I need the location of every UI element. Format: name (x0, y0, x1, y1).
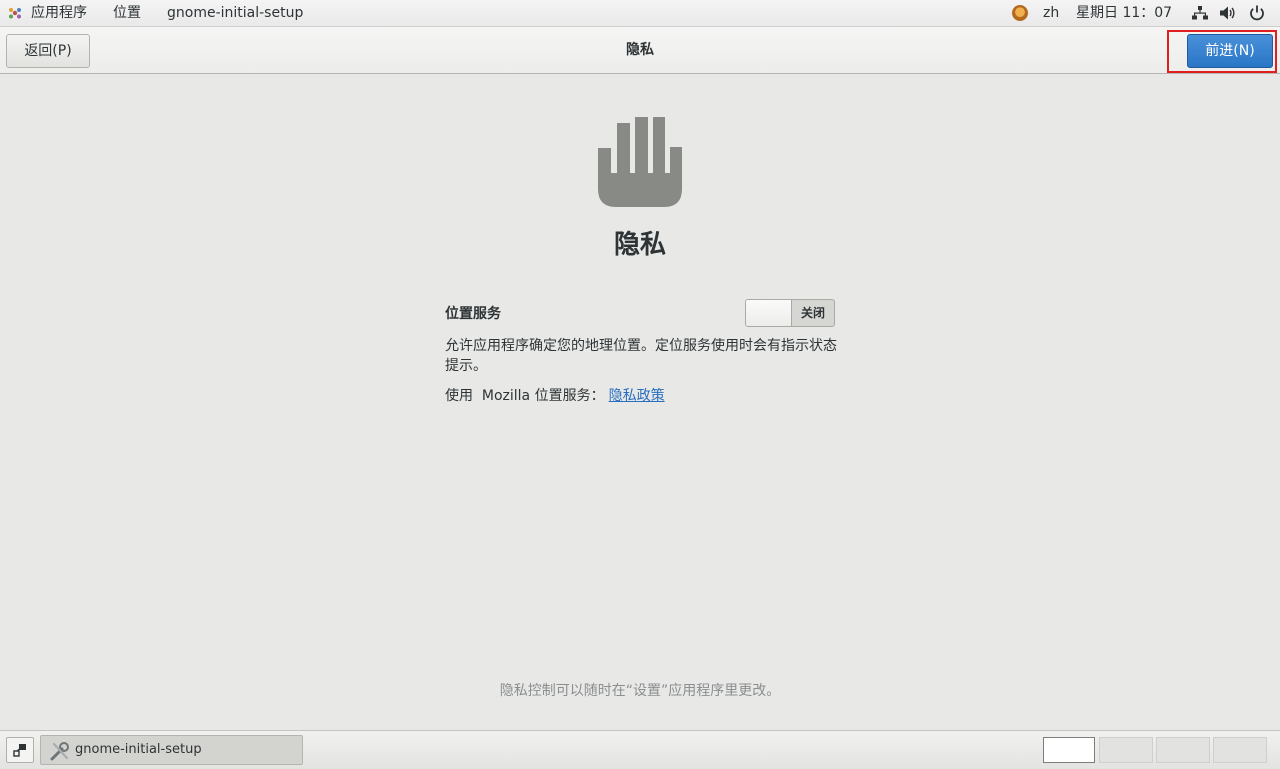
settings-tools-icon (50, 742, 69, 761)
active-app-name[interactable]: gnome-initial-setup (167, 0, 303, 26)
switch-slider[interactable] (746, 300, 792, 326)
volume-icon[interactable] (1219, 5, 1237, 21)
privacy-policy-link[interactable]: 隐私政策 (609, 388, 665, 404)
applications-icon[interactable] (8, 6, 22, 20)
power-icon[interactable] (1249, 5, 1265, 21)
switch-state-label: 关闭 (800, 306, 825, 320)
input-language-indicator[interactable]: zh (1043, 0, 1059, 26)
network-icon[interactable] (1192, 6, 1208, 20)
header-title: 隐私 (626, 42, 654, 58)
top-panel: 应用程序 位置 gnome-initial-setup zh 星期日 11：07 (0, 0, 1280, 27)
taskbar-window-item[interactable]: gnome-initial-setup (40, 735, 303, 765)
location-services-label: 位置服务 (445, 306, 501, 322)
back-button[interactable]: 返回(P) (6, 34, 90, 68)
header-bar: 返回(P) 隐私 前进(N) (0, 27, 1280, 74)
footer-note: 隐私控制可以随时在“设置”应用程序里更改。 (499, 683, 781, 699)
hand-stop-icon (598, 117, 682, 207)
show-desktop-button[interactable] (6, 737, 34, 763)
page-heading: 隐私 (613, 230, 666, 260)
clock[interactable]: 星期日 11：07 (1076, 0, 1172, 26)
show-desktop-icon (13, 744, 26, 757)
user-avatar-icon[interactable] (1012, 5, 1028, 21)
next-button[interactable]: 前进(N) (1187, 34, 1273, 68)
workspace-1[interactable] (1043, 737, 1095, 763)
location-services-description: 允许应用程序确定您的地理位置。定位服务使用时会有指示状态提示。 (445, 338, 837, 374)
mozilla-prefix-text: 使用 Mozilla 位置服务： (445, 388, 605, 404)
applications-menu[interactable]: 应用程序 (31, 0, 87, 26)
places-menu[interactable]: 位置 (113, 0, 141, 26)
workspace-4[interactable] (1213, 737, 1267, 763)
workspace-2[interactable] (1099, 737, 1153, 763)
taskbar-window-label: gnome-initial-setup (75, 742, 202, 757)
location-services-switch[interactable]: 关闭 (745, 299, 835, 327)
bottom-taskbar: gnome-initial-setup (0, 730, 1280, 769)
mozilla-location-line: 使用 Mozilla 位置服务： 隐私政策 (445, 386, 665, 406)
workspace-3[interactable] (1156, 737, 1210, 763)
